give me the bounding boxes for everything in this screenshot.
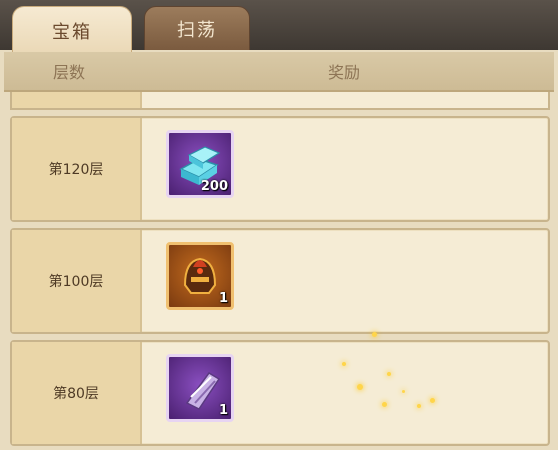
table-header: 层数 奖励 — [4, 52, 554, 92]
item-quantity: 200 — [200, 179, 228, 194]
sparkle-effect — [357, 384, 363, 390]
tab-treasure-chest[interactable]: 宝箱 — [12, 6, 132, 54]
sparkle-effect — [430, 398, 435, 403]
floor-label: 第120层 — [12, 118, 142, 220]
reward-cell: 200 — [142, 118, 548, 220]
floor-label: 第100层 — [12, 230, 142, 332]
reward-item[interactable]: 1 — [166, 354, 234, 422]
list-item: 第100层 1 — [10, 228, 550, 334]
reward-cell: 1 — [142, 230, 548, 332]
item-quantity: 1 — [218, 403, 228, 418]
reward-cell: 1 — [142, 332, 548, 444]
reward-item[interactable]: 200 — [166, 130, 234, 198]
sparkle-effect — [372, 332, 377, 337]
sparkle-effect — [382, 402, 387, 407]
floor-label: 第80层 — [12, 342, 142, 444]
reward-item[interactable]: 1 — [166, 242, 234, 310]
sparkle-effect — [387, 372, 391, 376]
sparkle-effect — [402, 390, 405, 393]
list-item: 第80层 1 — [10, 332, 550, 446]
list-item: 第120层 200 — [10, 116, 550, 222]
sparkle-effect — [342, 362, 346, 366]
header-floor: 层数 — [52, 63, 85, 82]
tab-label: 宝箱 — [52, 21, 92, 43]
sparkle-effect — [417, 404, 421, 408]
header-reward: 奖励 — [327, 63, 360, 82]
item-quantity: 1 — [218, 291, 228, 306]
